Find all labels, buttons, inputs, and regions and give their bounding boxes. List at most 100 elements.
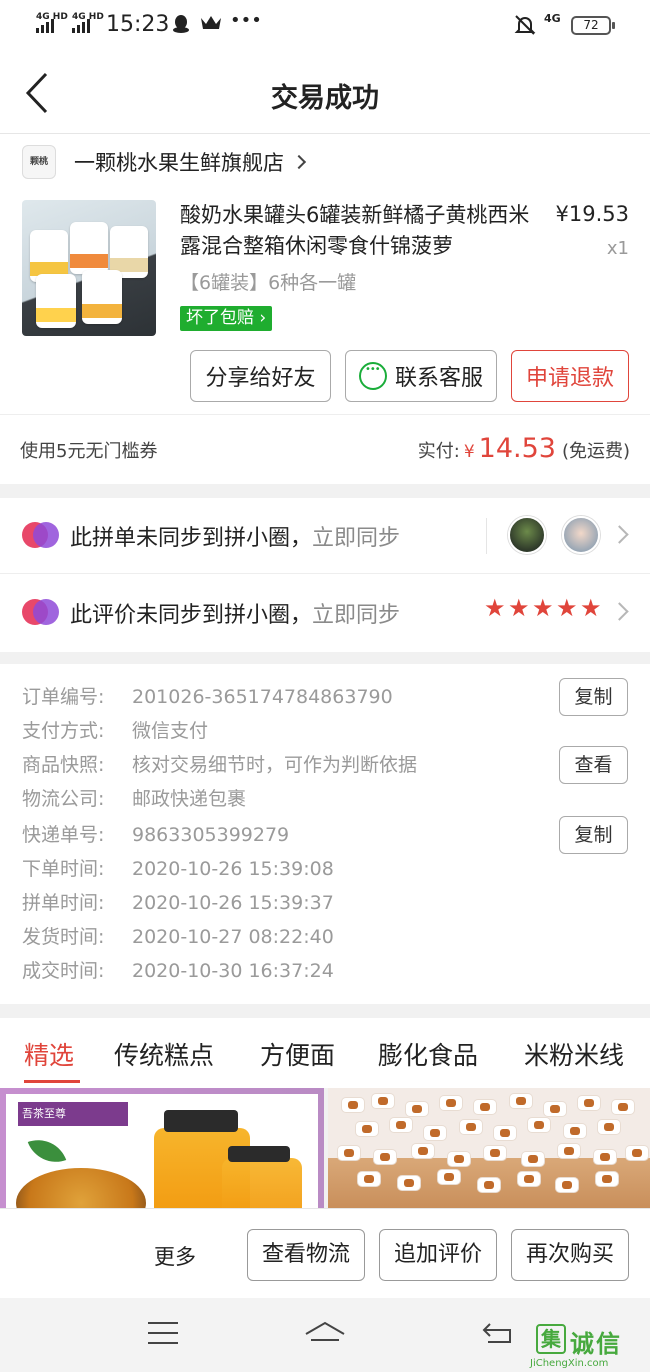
snack-item [578, 1096, 600, 1110]
snack-item [528, 1118, 550, 1132]
snack-item [460, 1120, 482, 1134]
info-row: 发货时间: 2020-10-27 08:22:40 [22, 922, 334, 949]
shop-row[interactable]: 颗桃 一颗桃水果生鲜旗舰店 [22, 144, 307, 180]
clock: 15:23 [106, 12, 170, 37]
snack-item [356, 1122, 378, 1136]
info-value: 2020-10-27 08:22:40 [132, 926, 334, 948]
chevron-right-icon [610, 525, 629, 544]
pinxiaoquan-icon [22, 522, 60, 550]
product-cup [36, 274, 76, 328]
snack-item [358, 1172, 380, 1186]
avatar [562, 516, 600, 554]
share-button[interactable]: 分享给好友 [190, 350, 331, 402]
snack-item [338, 1146, 360, 1160]
promo-image-right[interactable] [328, 1088, 650, 1208]
home-icon[interactable] [304, 1320, 346, 1346]
more-dots-icon: ••• [230, 10, 262, 31]
info-value: 核对交易细节时，可作为判断依据 [132, 754, 418, 776]
product-title[interactable]: 酸奶水果罐头6罐装新鲜橘子黄桃西米露混合整箱休闲零食什锦菠萝 [180, 200, 530, 262]
product-quantity: x1 [606, 238, 629, 259]
snack-item [518, 1172, 540, 1186]
paid-amount: 实付: ¥ 14.53 (免运费) [418, 433, 630, 464]
tab-puffed-food[interactable]: 膨化食品 [378, 1036, 478, 1072]
snack-item [412, 1144, 434, 1158]
order-sync-row[interactable]: 此拼单未同步到拼小圈，立即同步 [0, 498, 650, 574]
menu-icon[interactable] [148, 1322, 178, 1344]
snack-item [596, 1172, 618, 1186]
info-row: 快递单号: 9863305399279 [22, 820, 289, 847]
refund-button[interactable]: 申请退款 [511, 350, 629, 402]
network-label-right: 4G [544, 12, 561, 25]
nav-bar: 交易成功 [0, 52, 650, 134]
product-price: ¥19.53 [555, 202, 629, 226]
info-row: 下单时间: 2020-10-26 15:39:08 [22, 854, 334, 881]
view-snapshot-button[interactable]: 查看 [559, 746, 628, 784]
snack-item [626, 1146, 648, 1160]
bowl-image [16, 1168, 146, 1208]
snack-item [474, 1100, 496, 1114]
star-icon: ★ [580, 594, 602, 622]
copy-tracking-number-button[interactable]: 复制 [559, 816, 628, 854]
chevron-right-icon [291, 154, 307, 170]
page: 4G HD 4G HD 15:23 ••• 4G 72 交易成功 颗桃 一颗桃水… [0, 0, 650, 1372]
watermark-text: 诚信 [570, 1330, 622, 1358]
snack-item [406, 1102, 428, 1116]
review-sync-text: 此评价未同步到拼小圈，立即同步 [70, 597, 400, 629]
info-label: 下单时间: [22, 858, 105, 880]
info-value: 9863305399279 [132, 824, 290, 846]
page-title: 交易成功 [271, 83, 379, 114]
more-button[interactable]: 更多 [154, 1241, 196, 1271]
snack-item [510, 1094, 532, 1108]
info-label: 快递单号: [22, 824, 105, 846]
order-sync-text: 此拼单未同步到拼小圈，立即同步 [70, 520, 400, 552]
tab-featured[interactable]: 精选 [24, 1036, 74, 1072]
snack-item [440, 1096, 462, 1110]
sync-now-link[interactable]: 立即同步 [312, 526, 400, 551]
paid-value: 14.53 [478, 433, 556, 464]
view-logistics-button[interactable]: 查看物流 [247, 1229, 365, 1281]
add-review-button[interactable]: 追加评价 [379, 1229, 497, 1281]
info-value: 201026-365174784863790 [132, 686, 393, 708]
wechat-icon [358, 362, 387, 390]
buy-again-button[interactable]: 再次购买 [511, 1229, 629, 1281]
tab-pastries[interactable]: 传统糕点 [114, 1036, 214, 1072]
shipping-note: (免运费) [561, 441, 630, 462]
product-cup [82, 270, 122, 324]
sync-now-link[interactable]: 立即同步 [312, 603, 400, 628]
avatar [508, 516, 546, 554]
order-info-card: 订单编号: 201026-365174784863790 支付方式: 微信支付 商品快照… [0, 664, 650, 1004]
product-image[interactable] [22, 200, 156, 336]
paid-label: 实付: [417, 441, 460, 462]
snack-item [398, 1176, 420, 1190]
contact-service-button[interactable]: 联系客服 [345, 350, 497, 402]
info-value: 2020-10-30 16:37:24 [132, 960, 334, 982]
signal-icon [36, 19, 54, 33]
payment-row: 使用5元无门槛券 实付: ¥ 14.53 (免运费) [0, 414, 650, 484]
copy-order-number-button[interactable]: 复制 [559, 678, 628, 716]
review-sync-row[interactable]: 此评价未同步到拼小圈，立即同步 ★ ★ ★ ★ ★ [0, 575, 650, 651]
snack-item [558, 1144, 580, 1158]
tab-rice-noodles[interactable]: 米粉米线 [524, 1036, 624, 1072]
info-value: 微信支付 [132, 720, 209, 742]
chevron-right-icon: › [259, 308, 267, 328]
watermark-url: JiChengXin.com [530, 1358, 609, 1369]
promo-image-left[interactable]: 吾茶至尊 WuChaZhiZun [0, 1088, 324, 1208]
info-label: 物流公司: [22, 788, 105, 810]
pinxiaoquan-icon [22, 599, 60, 627]
review-sync-message: 此评价未同步到拼小圈， [70, 603, 313, 628]
back-icon[interactable] [480, 1320, 514, 1344]
bottom-action-bar: 更多 查看物流 追加评价 再次购买 [0, 1208, 650, 1298]
shop-logo: 颗桃 [22, 145, 56, 179]
info-label: 商品快照: [22, 754, 105, 776]
snack-item [564, 1124, 586, 1138]
contact-service-label: 联系客服 [394, 366, 483, 391]
snack-item [594, 1150, 616, 1164]
coupon-text: 使用5元无门槛券 [20, 441, 158, 462]
tab-instant-noodles[interactable]: 方便面 [260, 1036, 335, 1072]
product-spec: 【6罐装】6种各一罐 [180, 272, 357, 294]
circle-card: 此拼单未同步到拼小圈，立即同步 此评价未同步到拼小圈，立即同步 ★ ★ ★ ★ ★ [0, 498, 650, 652]
info-label: 发货时间: [22, 926, 105, 948]
guarantee-badge[interactable]: 坏了包赔 › [180, 306, 273, 331]
info-value: 2020-10-26 15:39:37 [132, 892, 334, 914]
snack-item [544, 1102, 566, 1116]
